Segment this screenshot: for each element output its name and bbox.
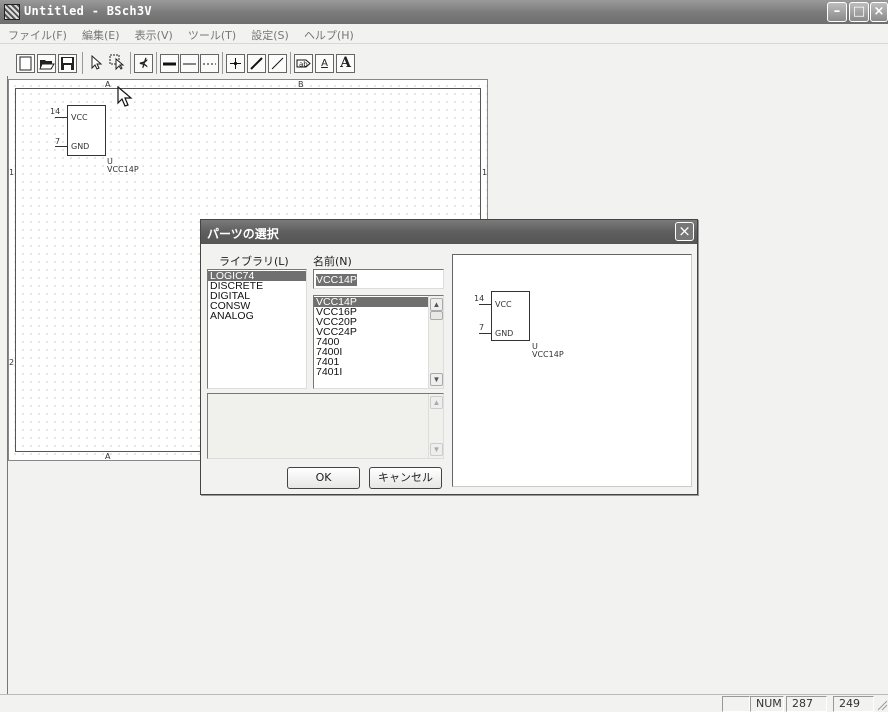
label-icon[interactable]: A (315, 54, 334, 73)
select-arrow-icon[interactable] (86, 54, 105, 73)
info-scrollbar[interactable]: ▲ ▼ (428, 394, 443, 458)
info-scroll-up-icon[interactable]: ▲ (430, 396, 443, 409)
title-bar: Untitled - BSch3V – □ × (0, 0, 888, 24)
dialog-close-button[interactable]: × (675, 222, 694, 241)
pin-bottom-name: GND (71, 142, 90, 151)
preview-part-name: VCC14P (532, 350, 564, 359)
menu-settings[interactable]: 設定(S) (246, 24, 294, 43)
line-icon[interactable] (268, 54, 287, 73)
save-icon[interactable] (58, 54, 77, 73)
ok-button[interactable]: OK (287, 467, 360, 489)
pin-top-name: VCC (71, 113, 88, 122)
entry-icon[interactable] (247, 54, 266, 73)
parts-scrollbar[interactable]: ▲ ▼ (428, 296, 443, 388)
frame-row-1-right: 1 (482, 168, 488, 177)
mouse-cursor-icon (117, 85, 133, 112)
menu-bar: ファイル(F) 編集(E) 表示(V) ツール(T) 設定(S) ヘルプ(H) (0, 24, 888, 44)
maximize-button[interactable]: □ (849, 2, 869, 22)
component-part-name: VCC14P (107, 165, 139, 174)
frame-row-1-left: 1 (9, 168, 15, 177)
scroll-thumb[interactable] (430, 311, 443, 320)
menu-tools[interactable]: ツール(T) (183, 24, 241, 43)
new-file-icon[interactable] (16, 54, 35, 73)
select-drag-icon[interactable] (108, 54, 127, 73)
part-preview: 14 VCC 7 GND U VCC14P (452, 254, 692, 487)
info-scroll-down-icon[interactable]: ▼ (430, 443, 443, 456)
part-name-value: VCC14P (316, 274, 357, 286)
preview-pin-bottom-name: GND (495, 329, 514, 338)
bus-icon[interactable] (180, 54, 199, 73)
part-place-icon[interactable]: ⊀ (134, 54, 153, 73)
toolbar: ⊀ ab A A (0, 46, 888, 76)
wire-icon[interactable] (160, 54, 179, 73)
preview-pin-top-number: 14 (474, 294, 485, 303)
preview-pin-bottom-number: 7 (479, 323, 485, 332)
junction-icon[interactable] (226, 54, 245, 73)
open-folder-icon[interactable] (37, 54, 56, 73)
scroll-down-icon[interactable]: ▼ (430, 373, 443, 386)
status-num: NUM (750, 696, 784, 712)
parts-list[interactable]: VCC14P VCC16P VCC20P VCC24P 7400 7400I 7… (313, 295, 444, 389)
status-panel-empty (722, 696, 750, 712)
window-title: Untitled - BSch3V (24, 4, 152, 18)
status-y-coord: 249 (833, 696, 874, 712)
menu-edit[interactable]: 編集(E) (77, 24, 125, 43)
menu-file[interactable]: ファイル(F) (0, 24, 72, 43)
svg-text:ab: ab (299, 61, 308, 69)
dialog-title: パーツの選択 (201, 220, 697, 244)
tag-icon[interactable]: ab (294, 54, 313, 73)
scroll-up-icon[interactable]: ▲ (430, 298, 443, 311)
cancel-button[interactable]: キャンセル (369, 467, 442, 489)
dashed-line-icon[interactable] (200, 54, 219, 73)
status-bar: NUM 287 249 (0, 694, 888, 712)
app-icon[interactable] (4, 4, 20, 20)
frame-row-2-left: 2 (9, 358, 15, 367)
pin-top-number: 14 (50, 107, 61, 116)
frame-col-b-top: B (298, 80, 304, 89)
library-item[interactable]: ANALOG (208, 311, 306, 322)
menu-view[interactable]: 表示(V) (130, 24, 178, 43)
library-label: ライブラリ(L) (219, 255, 289, 268)
minimize-button[interactable]: – (827, 2, 847, 22)
preview-pin-top-name: VCC (495, 300, 512, 309)
frame-col-a-bottom: A (105, 452, 111, 461)
resize-grip-icon[interactable] (876, 699, 888, 711)
name-label: 名前(N) (313, 255, 352, 268)
close-button[interactable]: × (870, 2, 888, 22)
library-list[interactable]: LOGIC74 DISCRETE DIGITAL CONSW ANALOG (207, 269, 307, 389)
comment-icon[interactable]: A (336, 54, 355, 73)
menu-help[interactable]: ヘルプ(H) (299, 24, 359, 43)
pin-bottom-number: 7 (55, 137, 61, 146)
part-item[interactable]: 7401I (314, 367, 443, 378)
part-name-field[interactable]: VCC14P (313, 269, 444, 289)
status-x-coord: 287 (786, 696, 827, 712)
part-info-area: ▲ ▼ (207, 393, 444, 459)
part-select-dialog: パーツの選択 × ライブラリ(L) 名前(N) LOGIC74 DISCRETE… (200, 219, 698, 495)
frame-col-a-top: A (105, 80, 111, 89)
